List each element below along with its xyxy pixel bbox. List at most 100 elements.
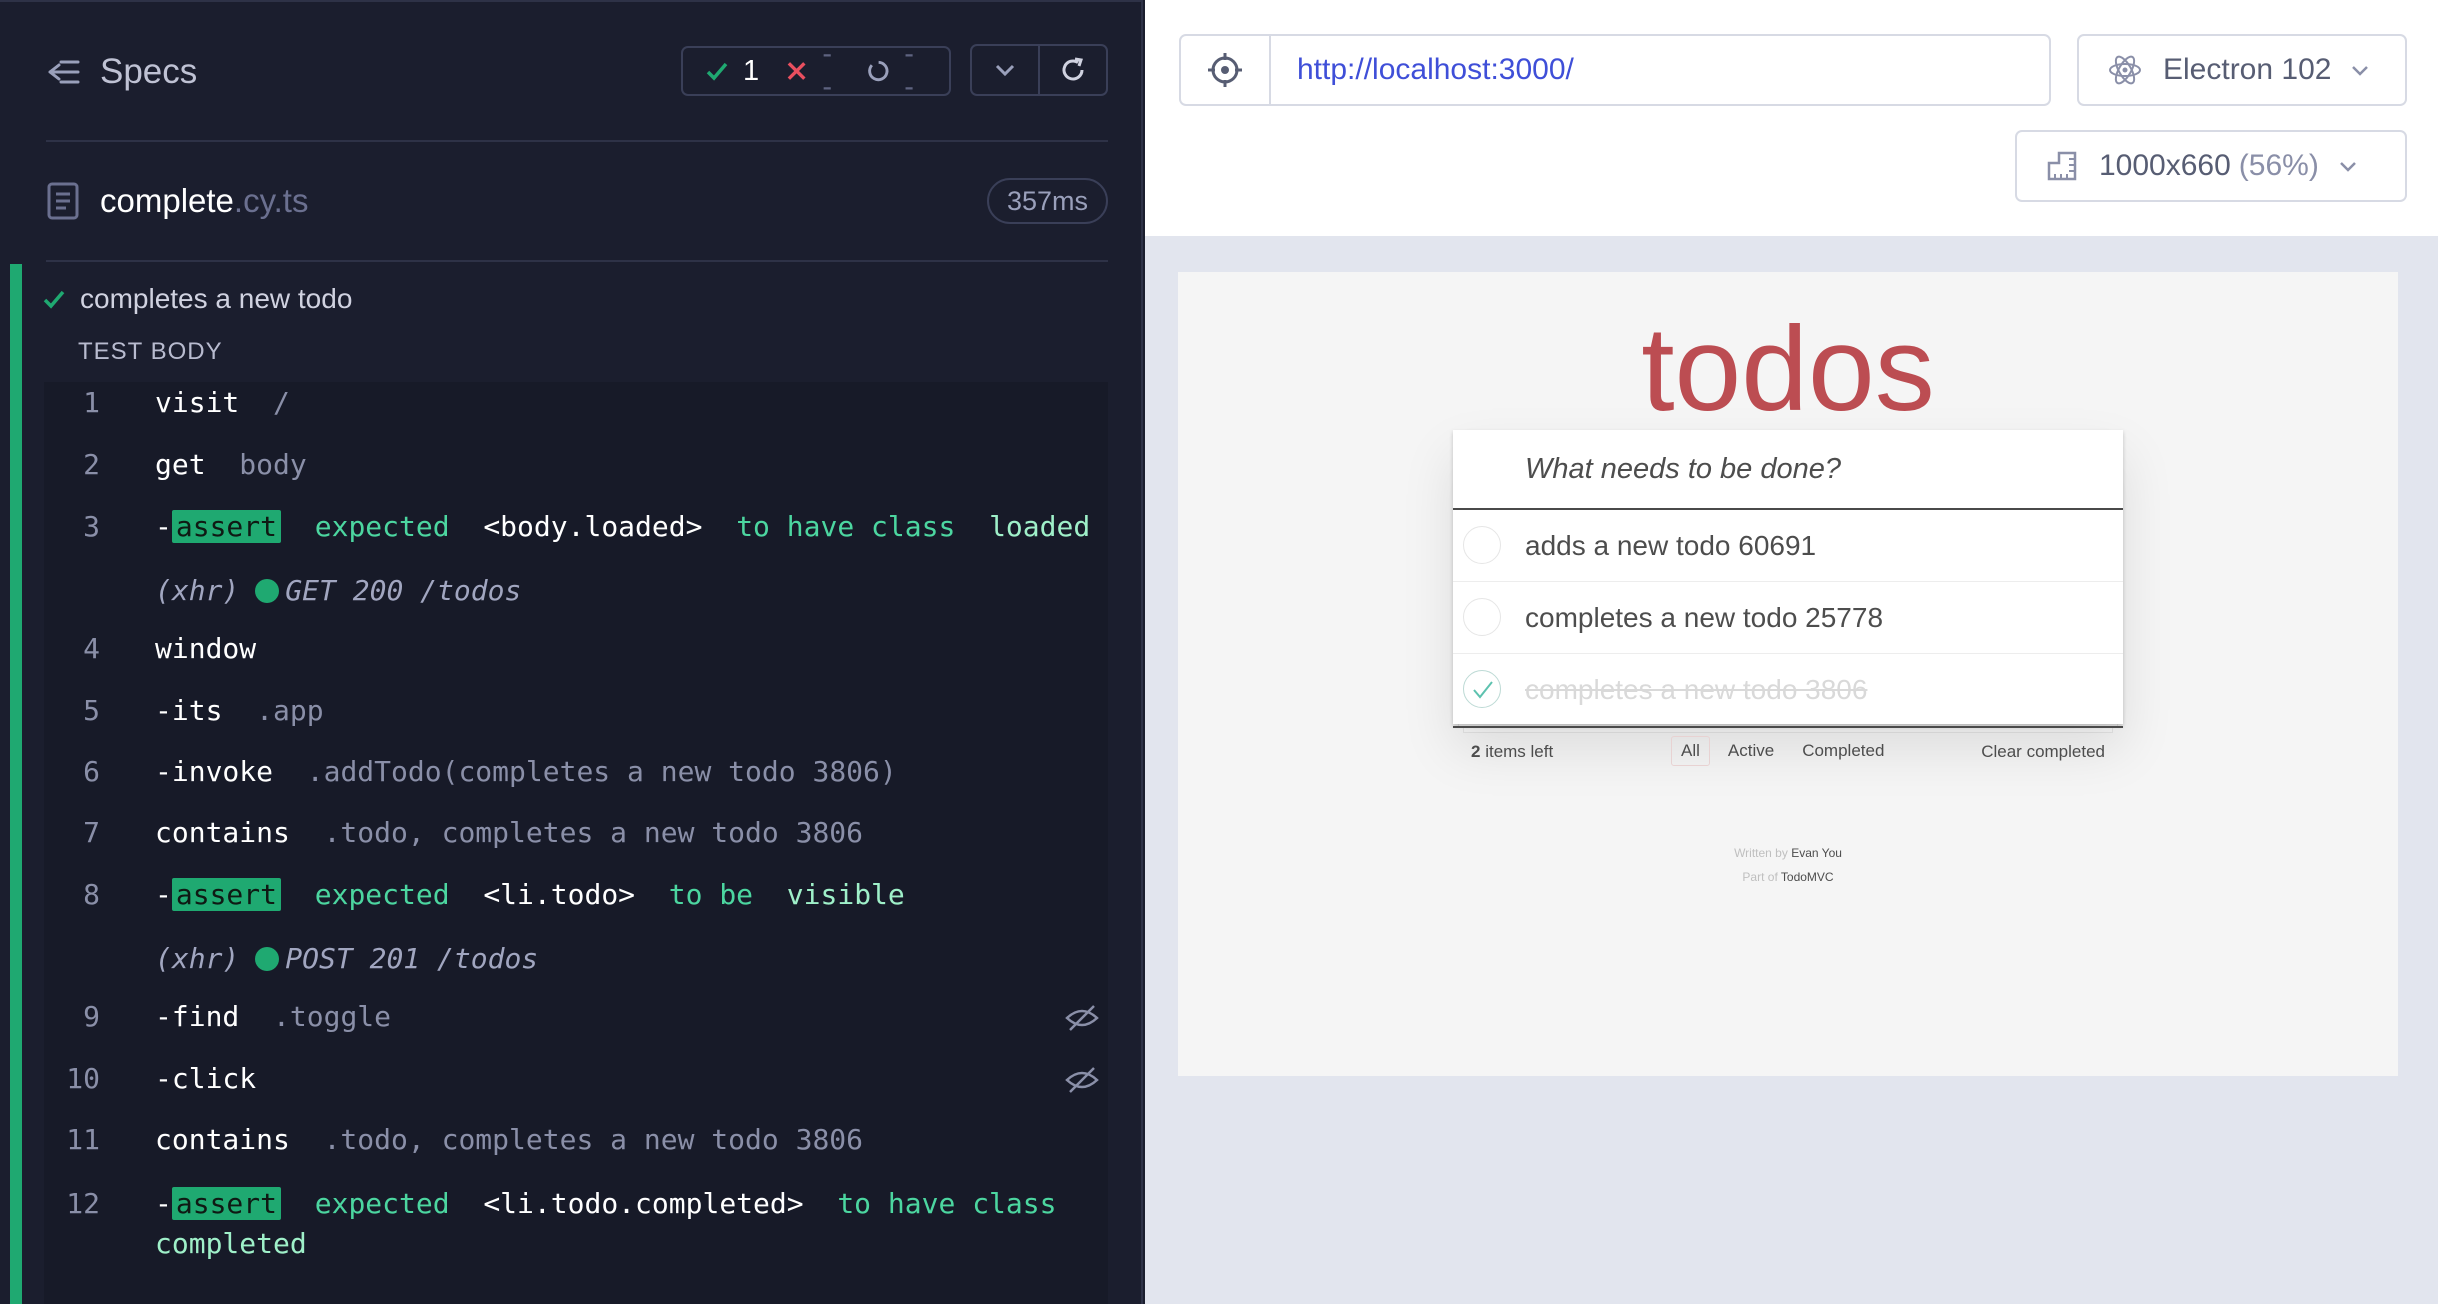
todomvc-link[interactable]: TodoMVC [1781,870,1834,884]
command-arg: / [273,386,290,419]
status-dot [255,947,280,971]
check-icon [706,62,728,81]
command-name: -its [155,694,223,727]
ruler-icon [2047,151,2077,181]
command-row[interactable]: 6 -invoke .addTodo(completes a new todo … [44,755,1108,788]
todo-app: What needs to be done? adds a new todo 6… [1453,430,2123,766]
new-todo-input[interactable]: What needs to be done? [1453,430,2123,510]
command-row[interactable]: 11 contains .todo, completes a new todo … [44,1123,1108,1156]
specs-label: Specs [100,52,198,91]
command-row[interactable]: 10 -click [44,1062,1108,1095]
todo-toggle[interactable] [1463,526,1501,564]
rerun-button[interactable] [1040,46,1106,94]
file-icon [47,182,79,220]
assert-value: completed [155,1227,307,1260]
command-row[interactable]: 1 visit / [44,386,1108,419]
command-name: contains [155,1123,290,1156]
spec-file-row[interactable]: complete .cy.ts 357ms [46,170,1108,232]
spec-extension: .cy.ts [233,182,309,219]
status-dot [255,579,280,603]
selector-playground-button[interactable] [1181,36,1271,104]
command-number: 2 [83,448,100,481]
info-text: Written by [1734,846,1792,860]
command-row[interactable]: 9 -find .toggle [44,1000,1108,1033]
command-arg: .todo, completes a new todo 3806 [323,816,864,849]
test-area: completes a new todo TEST BODY 1 visit /… [10,264,1108,1304]
info-part-of: Part of TodoMVC [1178,870,2398,884]
command-row[interactable]: 2 get body [44,448,1108,481]
aut-panel: http://localhost:3000/ Electron 102 1000… [1145,0,2438,1304]
author-link[interactable]: Evan You [1791,846,1842,860]
assert-row[interactable]: 8 - assert expected <li.todo> to be visib… [44,878,1108,911]
assert-text: expected [314,1187,450,1220]
command-name: visit [155,386,240,419]
assert-subject: <body.loaded> [483,510,703,543]
filter-active[interactable]: Active [1718,736,1784,766]
divider [46,260,1108,262]
todo-item[interactable]: adds a new todo 60691 [1453,510,2123,582]
assert-row[interactable]: 12 - assert expected <li.todo.completed> … [44,1184,1108,1260]
header-controls [970,44,1108,96]
command-number: 10 [66,1062,100,1095]
crosshair-icon [1208,53,1242,87]
todo-item[interactable]: completes a new todo 25778 [1453,582,2123,654]
reporter-panel: Specs 1 -- -- complete .cy.ts 357ms comp… [0,0,1143,1304]
app-title: todos [1641,302,1935,436]
todo-footer: 2 items left All Active Completed Clear … [1453,726,2123,776]
command-row[interactable]: 4 window [44,632,1108,665]
assert-subject: <li.todo> [483,878,636,911]
test-title[interactable]: completes a new todo [42,276,352,322]
viewport-size: 1000x660 [2099,149,2231,182]
electron-icon [2109,55,2141,85]
assert-value: visible [786,878,905,911]
command-row[interactable]: 7 contains .todo, completes a new todo 3… [44,816,1108,849]
todo-item-completed[interactable]: completes a new todo 3806 [1453,654,2123,726]
specs-link[interactable]: Specs [46,46,197,98]
chevron-down-icon [995,64,1015,77]
assert-value: loaded [989,510,1091,543]
command-number: 12 [66,1187,100,1220]
pass-indicator-bar [10,264,22,1304]
command-row[interactable]: 5 -its .app [44,694,1108,727]
assert-text: to have class [736,510,956,543]
todo-toggle[interactable] [1463,598,1501,636]
url-bar: http://localhost:3000/ [1179,34,2051,106]
assert-badge: assert [171,878,282,911]
info-written-by: Written by Evan You [1178,846,2398,860]
command-number: 7 [83,816,100,849]
test-stats: 1 -- -- [681,38,951,103]
command-arg: .addTodo(completes a new todo 3806) [306,755,897,788]
todo-toggle[interactable] [1463,670,1501,708]
command-number: 8 [83,878,100,911]
spec-duration: 357ms [986,178,1108,224]
todo-label: completes a new todo 3806 [1525,674,1868,705]
command-arg: .todo, completes a new todo 3806 [323,1123,864,1156]
eye-slash-icon [1065,1005,1099,1031]
browser-selector[interactable]: Electron 102 [2077,34,2407,106]
app-iframe: todos What needs to be done? adds a new … [1178,272,2398,1076]
filter-all[interactable]: All [1671,736,1710,766]
todo-count-text: items left [1480,742,1554,761]
viewport-selector[interactable]: 1000x660 (56%) [2015,130,2407,202]
assert-text: expected [314,510,450,543]
assert-row[interactable]: 3 - assert expected <body.loaded> to have… [44,510,1108,543]
command-number: 1 [83,386,100,419]
filter-completed[interactable]: Completed [1792,736,1894,766]
reporter-header: Specs 1 -- -- [0,0,1143,140]
pending-count: -- [904,38,914,103]
command-arg: .toggle [273,1000,392,1033]
todo-label: completes a new todo 25778 [1525,601,1884,633]
url-text[interactable]: http://localhost:3000/ [1271,36,1574,104]
collapse-button[interactable] [972,46,1040,94]
assert-badge: assert [171,1187,282,1220]
info-text: Part of [1742,870,1781,884]
clear-completed-button[interactable]: Clear completed [1981,742,2105,762]
todo-count: 2 items left [1471,742,1553,762]
chevron-down-icon [2352,66,2369,76]
check-icon [1473,681,1493,699]
command-number: 11 [66,1123,100,1156]
pending-stat: -- [867,38,923,104]
command-log: 1 visit / 2 get body 3 - assert expected … [44,382,1108,1304]
spinner-icon [868,60,889,82]
command-name: -invoke [155,755,274,788]
